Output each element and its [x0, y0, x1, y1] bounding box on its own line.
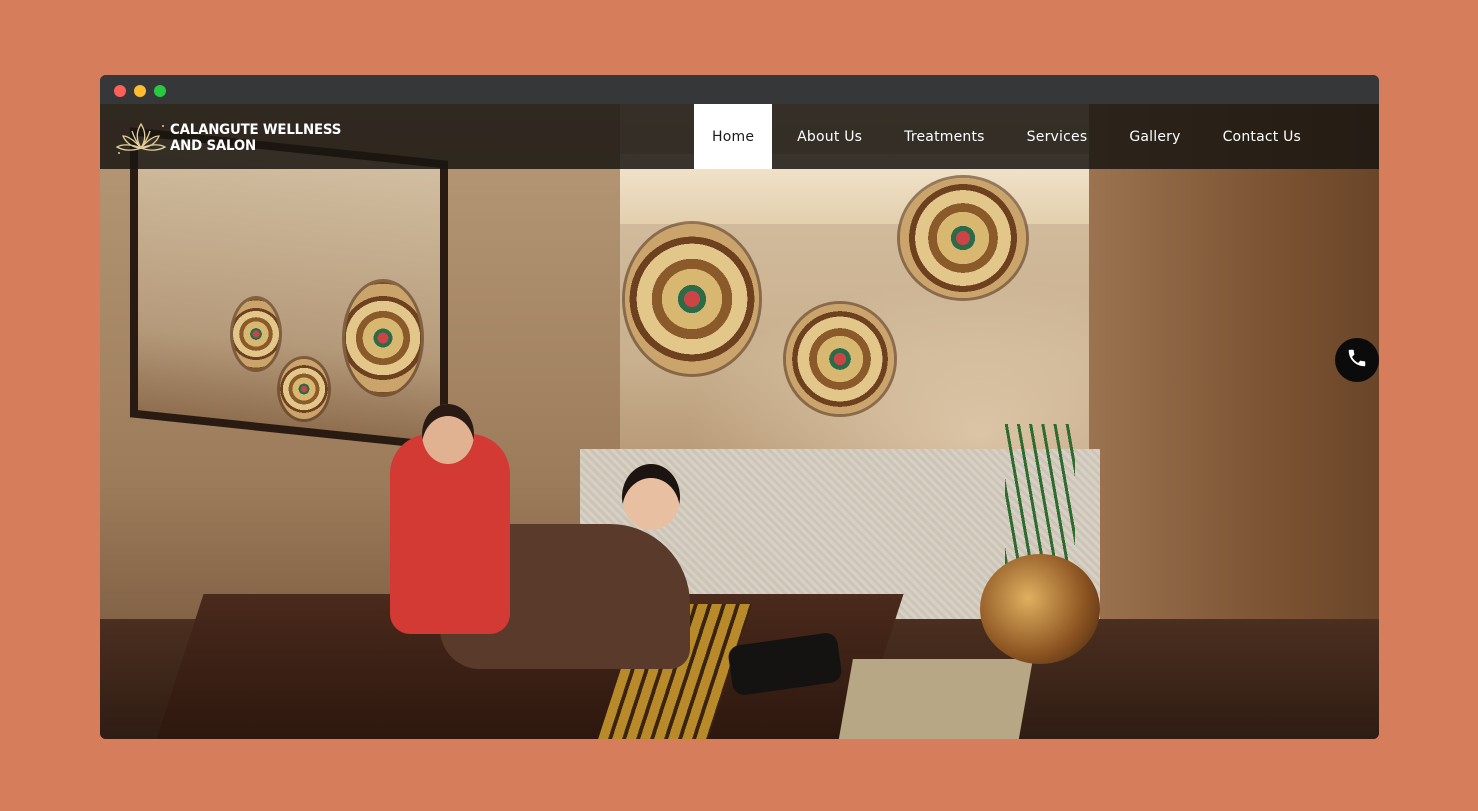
wall-medallion — [900, 178, 1026, 298]
main-nav: Home About Us Treatments Services Galler… — [694, 104, 1322, 169]
nav-services[interactable]: Services — [1006, 104, 1109, 169]
floor-rug — [837, 659, 1033, 739]
site-header: CALANGUTE WELLNESS AND SALON Home About … — [100, 104, 1379, 169]
window-titlebar — [100, 75, 1379, 104]
brand-name-line1: CALANGUTE WELLNESS — [170, 121, 342, 138]
mirror-medallion — [280, 359, 328, 419]
lavender-plant — [1005, 424, 1075, 564]
therapist-head — [422, 404, 474, 464]
brass-vase — [980, 554, 1100, 664]
browser-window: CALANGUTE WELLNESS AND SALON Home About … — [100, 75, 1379, 739]
wall-medallion — [625, 224, 759, 374]
close-window-button[interactable] — [114, 85, 126, 97]
therapist-figure — [390, 434, 510, 634]
maximize-window-button[interactable] — [154, 85, 166, 97]
mirror-medallion — [345, 282, 421, 394]
mirror-medallion — [233, 299, 279, 369]
nav-gallery[interactable]: Gallery — [1108, 104, 1201, 169]
brand-name: CALANGUTE WELLNESS AND SALON — [170, 122, 341, 155]
brand-name-line2: AND SALON — [170, 138, 257, 154]
nav-treatments[interactable]: Treatments — [883, 104, 1006, 169]
client-head — [622, 464, 680, 530]
brand-logo[interactable]: CALANGUTE WELLNESS AND SALON — [114, 118, 356, 158]
nav-contact-us[interactable]: Contact Us — [1202, 104, 1322, 169]
nav-about-us[interactable]: About Us — [772, 104, 883, 169]
lotus-icon — [114, 118, 168, 158]
phone-icon — [1346, 347, 1368, 373]
call-button[interactable] — [1335, 338, 1379, 382]
nav-home[interactable]: Home — [694, 104, 773, 169]
hero-image — [100, 104, 1379, 739]
wall-medallion — [786, 304, 894, 414]
minimize-window-button[interactable] — [134, 85, 146, 97]
